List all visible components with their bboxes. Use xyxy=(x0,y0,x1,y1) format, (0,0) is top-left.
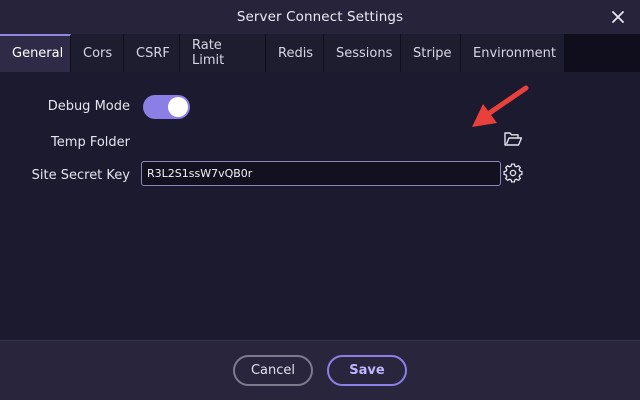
generate-secret-key-button[interactable] xyxy=(502,162,524,184)
gear-icon xyxy=(503,163,523,183)
tab-label: Sessions xyxy=(336,45,393,61)
tab-label: General xyxy=(12,45,64,61)
tab-label: Cors xyxy=(83,45,113,61)
close-icon xyxy=(612,11,624,23)
window-title: Server Connect Settings xyxy=(236,9,404,25)
debug-mode-label: Debug Mode xyxy=(47,99,130,114)
site-secret-key-input[interactable] xyxy=(141,161,501,186)
close-button[interactable] xyxy=(606,5,630,29)
tab-rate-limit[interactable]: Rate Limit xyxy=(180,34,266,72)
tab-general[interactable]: General xyxy=(0,34,71,72)
tab-cors[interactable]: Cors xyxy=(71,34,124,72)
tab-label: Rate Limit xyxy=(192,38,225,68)
tab-sessions[interactable]: Sessions xyxy=(324,34,401,72)
toggle-knob xyxy=(168,97,188,117)
temp-folder-label: Temp Folder xyxy=(51,135,130,150)
tab-environment[interactable]: Environment xyxy=(461,34,565,72)
tab-csrf[interactable]: CSRF xyxy=(124,34,180,72)
tab-stripe[interactable]: Stripe xyxy=(401,34,461,72)
tab-label: CSRF xyxy=(136,45,170,61)
red-arrow-icon xyxy=(472,85,529,127)
tab-label: Redis xyxy=(278,45,314,61)
tab-label: Environment xyxy=(473,45,557,61)
cancel-button[interactable]: Cancel xyxy=(233,355,313,386)
save-button[interactable]: Save xyxy=(327,355,407,386)
general-settings-panel: Debug Mode Temp Folder Site Secret Key xyxy=(0,72,640,340)
dialog-footer: Cancel Save xyxy=(0,340,640,400)
debug-mode-toggle[interactable] xyxy=(143,95,190,119)
site-secret-key-label: Site Secret Key xyxy=(31,168,130,183)
tab-label: Stripe xyxy=(413,45,452,61)
tab-redis[interactable]: Redis xyxy=(266,34,324,72)
title-bar: Server Connect Settings xyxy=(0,0,640,34)
tab-bar: General Cors CSRF Rate Limit Redis Sessi… xyxy=(0,34,640,72)
